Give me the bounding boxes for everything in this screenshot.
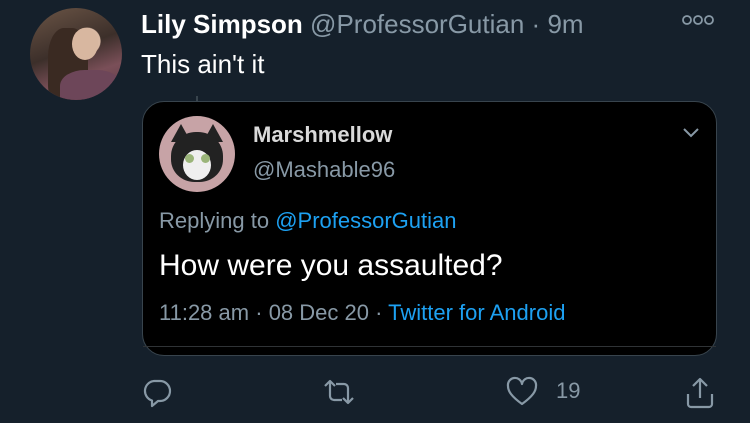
reply-icon[interactable] bbox=[141, 376, 173, 408]
more-options-icon[interactable] bbox=[681, 14, 715, 26]
replying-to-label: Replying to bbox=[159, 208, 270, 233]
tweet-source[interactable]: Twitter for Android bbox=[388, 300, 565, 325]
replying-to-mention[interactable]: @ProfessorGutian bbox=[275, 208, 456, 233]
author-name[interactable]: Lily Simpson bbox=[141, 9, 303, 39]
tweet-header: Lily Simpson @ProfessorGutian · 9m bbox=[141, 8, 584, 40]
like-icon[interactable] bbox=[505, 376, 539, 408]
quoted-author-avatar[interactable] bbox=[159, 116, 235, 192]
tweet-text: This ain't it bbox=[141, 49, 265, 79]
meta-separator: · bbox=[255, 300, 263, 325]
meta-separator: · bbox=[375, 300, 383, 325]
chevron-down-icon[interactable] bbox=[681, 126, 701, 140]
quoted-tweet-card[interactable]: Marshmellow @Mashable96 Replying to @Pro… bbox=[142, 101, 717, 356]
quoted-tweet-meta: 11:28 am · 08 Dec 20 · Twitter for Andro… bbox=[159, 300, 565, 326]
quoted-time[interactable]: 11:28 am bbox=[159, 300, 249, 325]
tweet-action-bar: 19 bbox=[0, 370, 750, 420]
replying-to-line: Replying to @ProfessorGutian bbox=[159, 208, 457, 234]
share-icon[interactable] bbox=[684, 376, 716, 410]
card-divider bbox=[143, 346, 716, 347]
header-separator: · bbox=[531, 9, 541, 39]
quoted-date[interactable]: 08 Dec 20 bbox=[269, 300, 369, 325]
author-avatar[interactable] bbox=[30, 8, 122, 100]
quoted-tweet-text: How were you assaulted? bbox=[159, 249, 503, 282]
author-handle[interactable]: @ProfessorGutian bbox=[310, 9, 524, 39]
quoted-author-name[interactable]: Marshmellow bbox=[253, 122, 392, 148]
quoted-author-handle[interactable]: @Mashable96 bbox=[253, 157, 395, 183]
like-count: 19 bbox=[556, 378, 581, 403]
tweet-time[interactable]: 9m bbox=[547, 9, 583, 39]
retweet-icon[interactable] bbox=[322, 376, 356, 408]
